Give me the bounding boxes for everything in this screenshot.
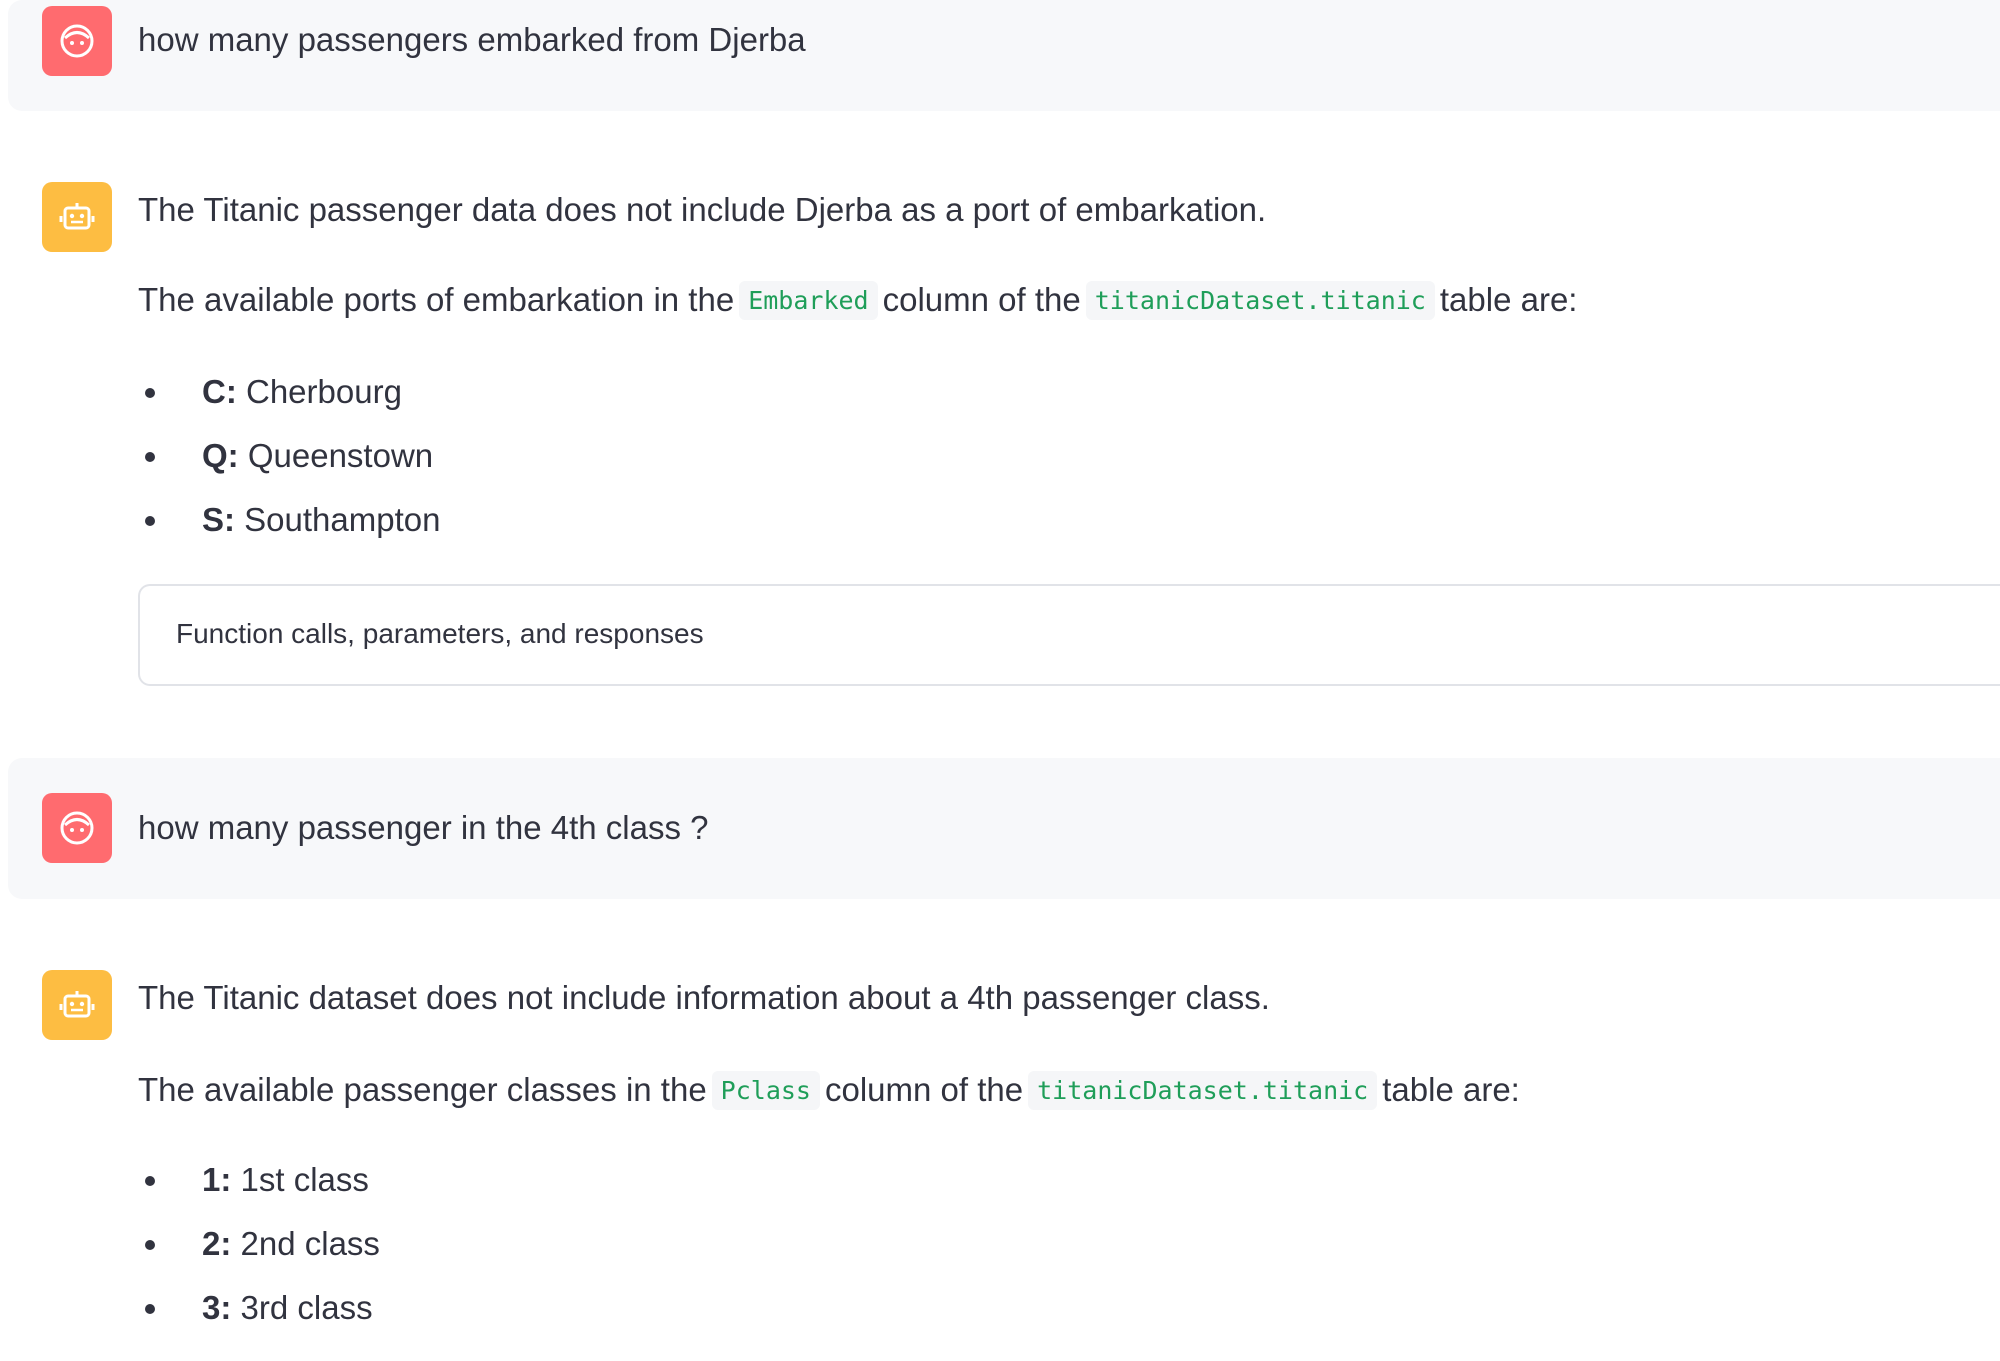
list-item-value: 2nd class [240, 1225, 380, 1262]
robot-icon [59, 991, 95, 1018]
assistant-intro: The Titanic passenger data does not incl… [138, 191, 1267, 228]
robot-icon [59, 203, 95, 230]
assistant-message: The Titanic dataset does not include inf… [8, 958, 2000, 1358]
list-item: 2: 2nd class [138, 1222, 380, 1286]
ports-list: C: Cherbourg Q: Queenstown S: Southampto… [138, 370, 440, 562]
user-avatar [42, 793, 112, 863]
assistant-message: The Titanic passenger data does not incl… [8, 170, 2000, 700]
assistant-avatar [42, 182, 112, 252]
code-embarked: Embarked [739, 281, 878, 320]
list-item-value: Cherbourg [246, 373, 402, 410]
list-item: C: Cherbourg [138, 370, 440, 434]
list-item-key: 2: [202, 1225, 232, 1262]
user-face-icon [60, 811, 94, 845]
list-item-value: Queenstown [247, 437, 434, 474]
classes-line-post: table are: [1382, 1071, 1520, 1108]
classes-list: 1: 1st class 2: 2nd class 3: 3rd class [138, 1158, 380, 1350]
user-avatar [42, 6, 112, 76]
expander-label: Function calls, parameters, and response… [176, 618, 704, 649]
code-table-name: titanicDataset.titanic [1085, 281, 1435, 320]
list-item: 1: 1st class [138, 1158, 380, 1222]
list-item-key: Q: [202, 437, 239, 474]
list-item: Q: Queenstown [138, 434, 440, 498]
code-table-name: titanicDataset.titanic [1028, 1071, 1378, 1110]
user-face-icon [60, 24, 94, 58]
list-item: 3: 3rd class [138, 1286, 380, 1350]
ports-line-post: table are: [1439, 281, 1578, 318]
user-message: how many passengers embarked from Djerba [8, 0, 2000, 111]
list-item-key: S: [202, 501, 235, 538]
assistant-classes-line: The available passenger classes in the Pc… [138, 1068, 1520, 1115]
list-item-key: C: [202, 373, 237, 410]
ports-line-pre: The available ports of embarkation in th… [138, 281, 735, 318]
list-item-value: Southampton [244, 501, 441, 538]
assistant-intro: The Titanic dataset does not include inf… [138, 979, 1270, 1016]
user-message-text: how many passengers embarked from Djerba [138, 21, 806, 58]
list-item-value: 3rd class [240, 1289, 373, 1326]
assistant-ports-line: The available ports of embarkation in th… [138, 278, 1577, 325]
list-item: S: Southampton [138, 498, 440, 562]
list-item-key: 3: [202, 1289, 232, 1326]
code-pclass: Pclass [711, 1071, 820, 1110]
chat-thread: how many passengers embarked from Djerba… [0, 0, 2000, 1361]
user-message: how many passenger in the 4th class ? [8, 758, 2000, 899]
list-item-value: 1st class [240, 1161, 369, 1198]
function-calls-expander[interactable]: Function calls, parameters, and response… [138, 584, 2000, 686]
classes-line-pre: The available passenger classes in the [138, 1071, 707, 1108]
ports-line-mid: column of the [882, 281, 1081, 318]
user-message-text: how many passenger in the 4th class ? [138, 809, 709, 846]
assistant-avatar [42, 970, 112, 1040]
classes-line-mid: column of the [824, 1071, 1024, 1108]
list-item-key: 1: [202, 1161, 232, 1198]
